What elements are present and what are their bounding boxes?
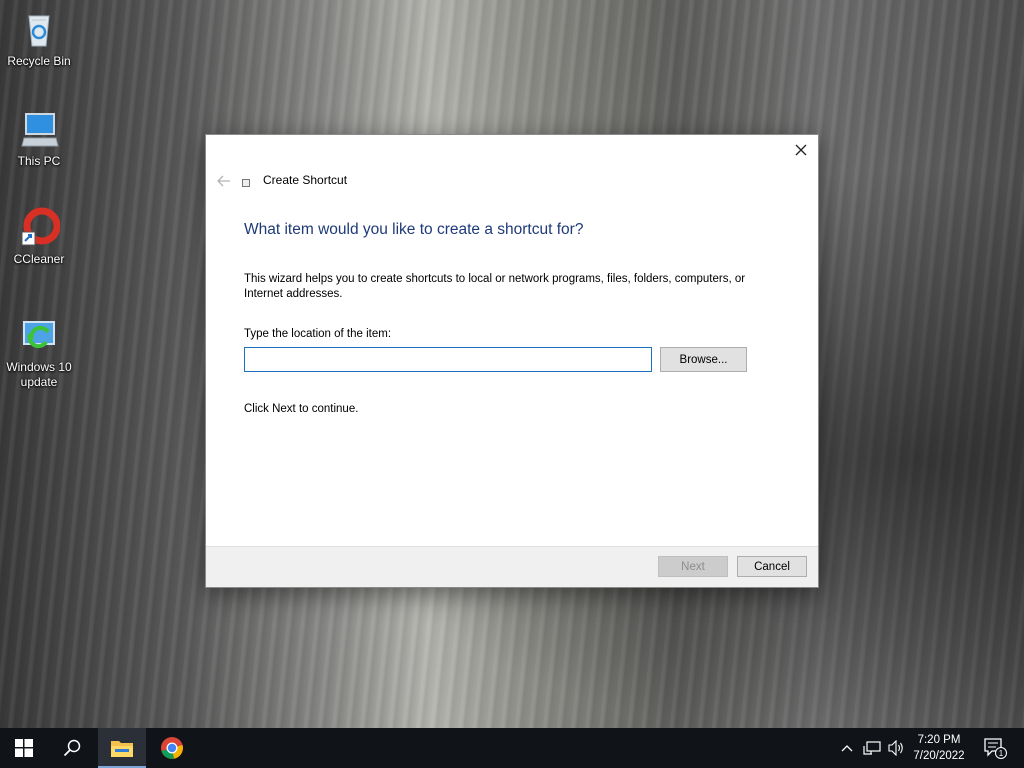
search-button[interactable] (48, 728, 96, 768)
notification-count: 1 (999, 749, 1004, 758)
desktop-icon-recycle-bin[interactable]: Recycle Bin (4, 8, 74, 69)
desktop-icon-label: Windows 10 update (6, 360, 72, 389)
network-icon (863, 741, 881, 755)
notification-icon: 1 (984, 738, 1007, 759)
desktop-icon-label: CCleaner (13, 252, 65, 266)
dialog-heading: What item would you like to create a sho… (244, 221, 584, 238)
search-icon (63, 739, 81, 757)
chevron-up-icon (841, 745, 853, 752)
back-arrow-icon (217, 175, 230, 187)
chrome-icon (161, 737, 183, 759)
show-hidden-icons-button[interactable] (836, 728, 858, 768)
action-center-button[interactable]: 1 (978, 728, 1012, 768)
instruction-text: Click Next to continue. (244, 403, 359, 415)
dialog-title: Create Shortcut (263, 173, 348, 187)
clock-time: 7:20 PM (917, 734, 961, 746)
desktop-icon-ccleaner[interactable]: CCleaner (4, 206, 74, 267)
desktop-icon-this-pc[interactable]: This PC (4, 108, 74, 169)
cancel-button[interactable]: Cancel (737, 556, 807, 577)
recycle-bin-icon (18, 8, 60, 50)
shortcut-wizard-icon (242, 179, 250, 187)
ccleaner-icon (18, 206, 61, 248)
desktop-icon-windows-update[interactable]: Windows 10 update (4, 314, 74, 390)
close-icon (795, 144, 807, 156)
create-shortcut-dialog: Create Shortcut What item would you like… (205, 134, 819, 588)
dialog-footer: Next Cancel (206, 546, 818, 587)
taskbar-chrome[interactable] (148, 728, 196, 768)
clock[interactable]: 7:20 PM 7/20/2022 (904, 732, 974, 764)
file-explorer-icon (111, 741, 133, 757)
network-button[interactable] (860, 728, 884, 768)
next-button[interactable]: Next (658, 556, 728, 577)
computer-icon (18, 108, 60, 150)
desktop-icon-label: Recycle Bin (7, 54, 71, 68)
location-label: Type the location of the item: (244, 328, 392, 340)
windows-update-icon (18, 314, 60, 356)
location-input[interactable] (244, 347, 652, 372)
clock-date: 7/20/2022 (913, 750, 965, 762)
start-button[interactable] (0, 728, 48, 768)
speaker-icon (888, 740, 903, 756)
browse-button[interactable]: Browse... (660, 347, 747, 372)
back-button[interactable] (214, 171, 234, 191)
close-button[interactable] (784, 135, 818, 165)
dialog-description: This wizard helps you to create shortcut… (244, 273, 746, 300)
desktop-icon-label: This PC (17, 154, 61, 168)
taskbar: 7:20 PM 7/20/2022 1 (0, 728, 1024, 768)
taskbar-file-explorer[interactable] (98, 728, 146, 768)
start-icon (15, 739, 33, 757)
